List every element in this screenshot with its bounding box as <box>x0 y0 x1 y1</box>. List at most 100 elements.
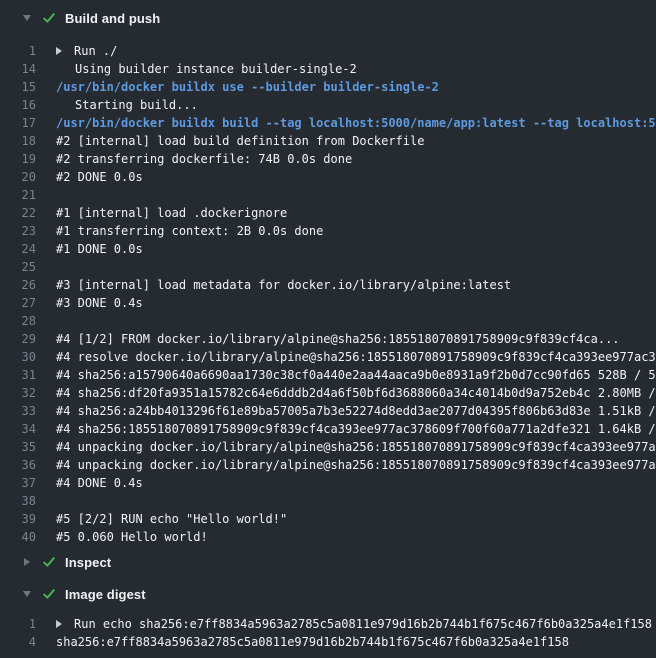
line-number[interactable]: 14 <box>0 60 36 78</box>
log-text: #1 DONE 0.0s <box>56 240 143 258</box>
line-number[interactable]: 20 <box>0 168 36 186</box>
line-number[interactable]: 26 <box>0 276 36 294</box>
line-number[interactable]: 23 <box>0 222 36 240</box>
section-header-inspect[interactable]: Inspect <box>0 554 656 570</box>
log-line-body: #3 [internal] load metadata for docker.i… <box>36 276 656 294</box>
line-number[interactable]: 22 <box>0 204 36 222</box>
line-number[interactable]: 40 <box>0 528 36 546</box>
section-title: Build and push <box>65 11 160 26</box>
line-number[interactable]: 16 <box>0 96 36 114</box>
log-line-body: #4 sha256:185518070891758909c9f839cf4ca3… <box>36 420 656 438</box>
line-number[interactable]: 24 <box>0 240 36 258</box>
line-number[interactable]: 34 <box>0 420 36 438</box>
log-line: 24 #1 DONE 0.0s <box>0 240 656 258</box>
log-section-build-and-push: Build and push 1 Run ./ 14 Using builder… <box>0 10 656 546</box>
line-number[interactable]: 39 <box>0 510 36 528</box>
line-number[interactable]: 15 <box>0 78 36 96</box>
log-text: #4 unpacking docker.io/library/alpine@sh… <box>56 438 656 456</box>
log-line-body: #1 transferring context: 2B 0.0s done <box>36 222 656 240</box>
log-line-body: #1 DONE 0.0s <box>36 240 656 258</box>
log-line: 40 #5 0.060 Hello world! <box>0 528 656 546</box>
log-line: 34 #4 sha256:185518070891758909c9f839cf4… <box>0 420 656 438</box>
success-check-icon <box>42 587 56 601</box>
line-number[interactable]: 30 <box>0 348 36 366</box>
log-line: 20 #2 DONE 0.0s <box>0 168 656 186</box>
log-line-body: #1 [internal] load .dockerignore <box>36 204 656 222</box>
line-number[interactable]: 37 <box>0 474 36 492</box>
log-group-line[interactable]: 1 Run ./ <box>0 42 656 60</box>
line-number[interactable]: 28 <box>0 312 36 330</box>
line-number[interactable]: 17 <box>0 114 36 132</box>
line-number[interactable]: 36 <box>0 456 36 474</box>
log-line: 27 #3 DONE 0.4s <box>0 294 656 312</box>
line-number[interactable]: 1 <box>0 615 36 633</box>
log-text: #4 resolve docker.io/library/alpine@sha2… <box>56 348 656 366</box>
section-header-image-digest[interactable]: Image digest <box>0 586 656 602</box>
line-number[interactable]: 31 <box>0 366 36 384</box>
log-text: Run ./ <box>74 42 117 60</box>
log-text: Using builder instance builder-single-2 <box>75 60 357 78</box>
line-number[interactable]: 35 <box>0 438 36 456</box>
log-line-body: #5 0.060 Hello world! <box>36 528 656 546</box>
log-text: #4 [1/2] FROM docker.io/library/alpine@s… <box>56 330 620 348</box>
log-text: Starting build... <box>75 96 198 114</box>
section-title: Image digest <box>65 587 146 602</box>
runner-icon <box>56 98 70 112</box>
log-text: #5 [2/2] RUN echo "Hello world!" <box>56 510 287 528</box>
log-line: 31 #4 sha256:a15790640a6690aa1730c38cf0a… <box>0 366 656 384</box>
log-line: 33 #4 sha256:a24bb4013296f61e89ba57005a7… <box>0 402 656 420</box>
log-line-body: Run echo sha256:e7ff8834a5963a2785c5a081… <box>36 615 656 633</box>
section-header-build-and-push[interactable]: Build and push <box>0 10 656 26</box>
log-group-line[interactable]: 1 Run echo sha256:e7ff8834a5963a2785c5a0… <box>0 615 656 633</box>
log-line-body: #2 transferring dockerfile: 74B 0.0s don… <box>36 150 656 168</box>
log-line-body: #4 sha256:df20fa9351a15782c64e6dddb2d4a6… <box>36 384 656 402</box>
log-line: 19 #2 transferring dockerfile: 74B 0.0s … <box>0 150 656 168</box>
line-number[interactable]: 25 <box>0 258 36 276</box>
pushpin-icon <box>56 62 70 76</box>
log-line-body: Starting build... <box>36 96 656 114</box>
line-number[interactable]: 4 <box>0 633 36 651</box>
line-number[interactable]: 29 <box>0 330 36 348</box>
actions-log-viewer: Build and push 1 Run ./ 14 Using builder… <box>0 0 656 658</box>
log-text: #4 unpacking docker.io/library/alpine@sh… <box>56 456 656 474</box>
line-number[interactable]: 1 <box>0 42 36 60</box>
log-text: sha256:e7ff8834a5963a2785c5a0811e979d16b… <box>56 633 569 651</box>
log-text: #3 DONE 0.4s <box>56 294 143 312</box>
log-text: #1 [internal] load .dockerignore <box>56 204 287 222</box>
log-line-body: #4 DONE 0.4s <box>36 474 656 492</box>
log-line: 35 #4 unpacking docker.io/library/alpine… <box>0 438 656 456</box>
log-lines-build-and-push: 1 Run ./ 14 Using builder instance build… <box>0 42 656 546</box>
log-line: 17 /usr/bin/docker buildx build --tag lo… <box>0 114 656 132</box>
log-line: 25 <box>0 258 656 276</box>
line-number[interactable]: 19 <box>0 150 36 168</box>
log-text: #4 sha256:185518070891758909c9f839cf4ca3… <box>56 420 656 438</box>
log-line-body: #4 unpacking docker.io/library/alpine@sh… <box>36 438 656 456</box>
log-line: 29 #4 [1/2] FROM docker.io/library/alpin… <box>0 330 656 348</box>
line-number[interactable]: 33 <box>0 402 36 420</box>
log-line-body: #3 DONE 0.4s <box>36 294 656 312</box>
log-text: /usr/bin/docker buildx use --builder bui… <box>56 78 439 96</box>
chevron-down-icon <box>22 591 32 597</box>
expand-group-icon[interactable] <box>56 620 74 628</box>
log-text: #2 DONE 0.0s <box>56 168 143 186</box>
line-number[interactable]: 18 <box>0 132 36 150</box>
log-line-body: Using builder instance builder-single-2 <box>36 60 656 78</box>
chevron-down-icon <box>22 15 32 21</box>
log-line: 37 #4 DONE 0.4s <box>0 474 656 492</box>
log-line: 30 #4 resolve docker.io/library/alpine@s… <box>0 348 656 366</box>
line-number[interactable]: 38 <box>0 492 36 510</box>
line-number[interactable]: 27 <box>0 294 36 312</box>
log-text: #4 sha256:df20fa9351a15782c64e6dddb2d4a6… <box>56 384 656 402</box>
line-number[interactable]: 32 <box>0 384 36 402</box>
log-line-body: #4 sha256:a24bb4013296f61e89ba57005a7b3e… <box>36 402 656 420</box>
log-line: 39 #5 [2/2] RUN echo "Hello world!" <box>0 510 656 528</box>
log-line-body: #4 [1/2] FROM docker.io/library/alpine@s… <box>36 330 656 348</box>
expand-group-icon[interactable] <box>56 47 74 55</box>
line-number[interactable]: 21 <box>0 186 36 204</box>
log-section-inspect: Inspect <box>0 554 656 570</box>
success-check-icon <box>42 11 56 25</box>
log-line: 21 <box>0 186 656 204</box>
chevron-right-icon <box>22 558 32 566</box>
log-text: Run echo sha256:e7ff8834a5963a2785c5a081… <box>74 615 652 633</box>
log-line: 14 Using builder instance builder-single… <box>0 60 656 78</box>
